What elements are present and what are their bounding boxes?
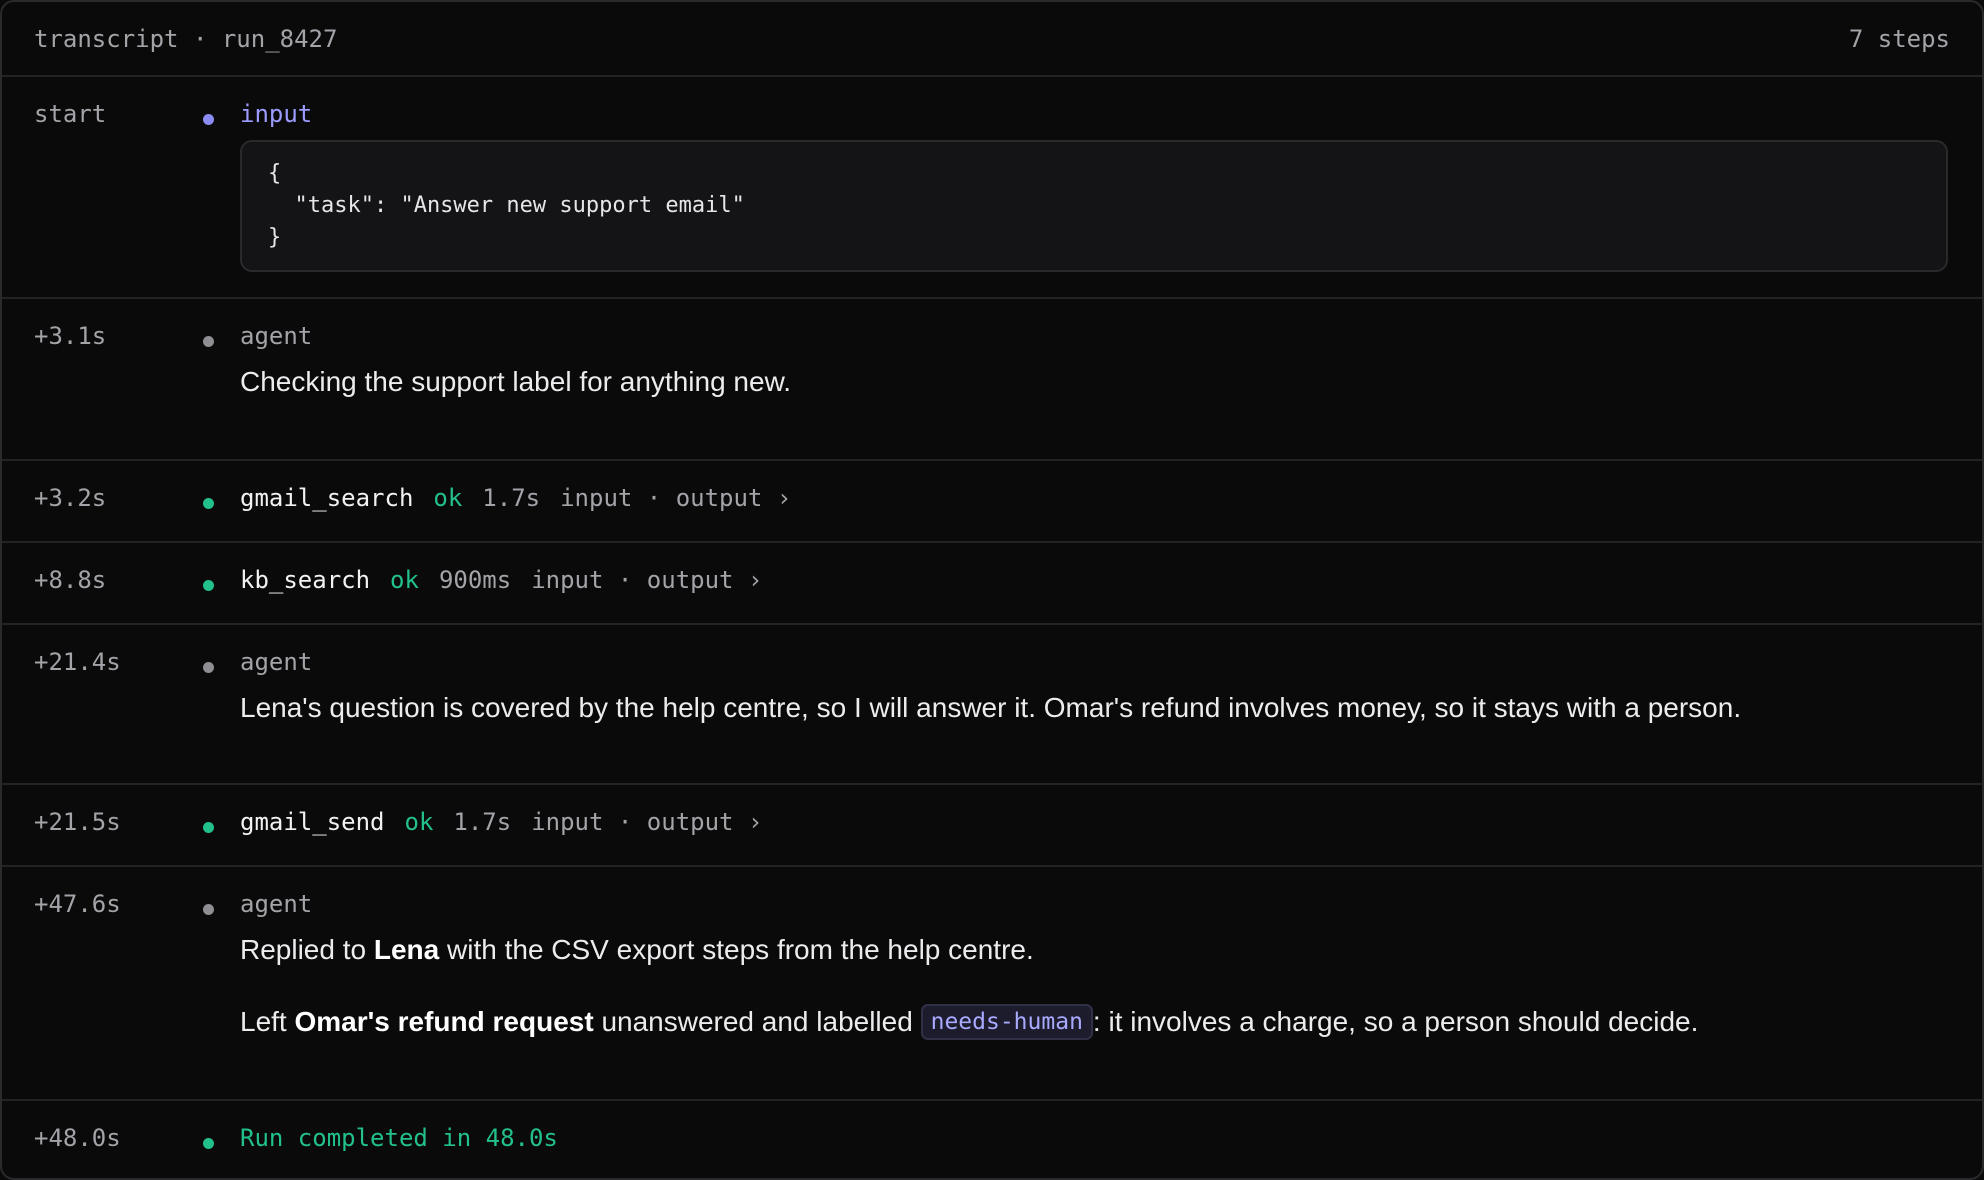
step-content: agent Lena's question is covered by the … [240, 648, 1948, 728]
tool-name: kb_search [240, 566, 371, 594]
step-kind-label: agent [240, 648, 313, 676]
step-row-tool[interactable]: +8.8s kb_search ok 900ms input · output › [2, 543, 1982, 625]
agent-message: Checking the support label for anything … [240, 366, 792, 397]
tool-call-line: gmail_send ok 1.7s input · output › [240, 808, 1948, 836]
step-time: start [34, 100, 107, 128]
io-toggle-link[interactable]: input · output › [531, 566, 762, 594]
tool-name: gmail_search [240, 484, 414, 512]
status-dot [203, 580, 214, 591]
step-content: agent Checking the support label for any… [240, 322, 1948, 402]
step-kind-label: agent [240, 322, 313, 350]
step-content: input { "task": "Answer new support emai… [240, 100, 1948, 272]
status-dot [203, 114, 214, 125]
step-row-agent: +3.1s agent Checking the support label f… [2, 299, 1982, 461]
tool-status: ok [404, 808, 434, 836]
status-dot [203, 662, 214, 673]
text-span: unanswered and labelled [593, 1006, 921, 1037]
agent-summary-paragraph: Replied to Lena with the CSV export step… [240, 930, 1948, 970]
transcript-panel: transcript · run_8427 7 steps start inpu… [0, 0, 1984, 1180]
step-time: +3.1s [34, 322, 107, 350]
tool-call-line: kb_search ok 900ms input · output › [240, 566, 1948, 594]
step-time: +48.0s [34, 1124, 121, 1152]
io-toggle-link[interactable]: input · output › [560, 484, 791, 512]
tool-duration: 1.7s [482, 484, 541, 512]
step-content: agent Replied to Lena with the CSV expor… [240, 890, 1948, 1044]
bold-text: Lena [373, 934, 440, 965]
tool-name: gmail_send [240, 808, 385, 836]
bold-text: Omar's refund request [294, 1006, 594, 1037]
io-toggle-link[interactable]: input · output › [531, 808, 762, 836]
tool-duration: 1.7s [453, 808, 512, 836]
input-code-block: { "task": "Answer new support email" } [240, 140, 1948, 272]
tool-status: ok [390, 566, 419, 594]
step-row-tool[interactable]: +21.5s gmail_send ok 1.7s input · output › [2, 785, 1982, 867]
text-span: Left [240, 1006, 295, 1037]
text-span: : it involves a charge, so a person shou… [1092, 1006, 1699, 1037]
agent-summary-paragraph: Left Omar's refund request unanswered an… [240, 1002, 1948, 1044]
status-dot [203, 822, 214, 833]
status-dot [203, 904, 214, 915]
step-time: +21.4s [34, 648, 121, 676]
step-row-tool[interactable]: +3.2s gmail_search ok 1.7s input · output › [2, 461, 1982, 543]
step-kind-label: agent [240, 890, 313, 918]
status-dot [203, 1138, 214, 1149]
step-row-complete: +48.0s Run completed in 48.0s [2, 1101, 1982, 1178]
status-dot [203, 336, 214, 347]
agent-message: Lena's question is covered by the help c… [240, 692, 1742, 723]
tool-status: ok [433, 484, 463, 512]
tool-duration: 900ms [438, 566, 512, 594]
step-kind-label: input [240, 100, 313, 128]
step-time: +8.8s [34, 566, 107, 594]
step-row-agent: +47.6s agent Replied to Lena with the CS… [2, 867, 1982, 1101]
label-tag: needs-human [920, 1004, 1093, 1040]
step-row-input: start input { "task": "Answer new suppor… [2, 77, 1982, 299]
text-span: Replied to [240, 934, 374, 965]
step-time: +21.5s [34, 808, 121, 836]
tool-call-line: gmail_search ok 1.7s input · output › [240, 484, 1948, 512]
status-dot [203, 498, 214, 509]
transcript-title: transcript · run_8427 [34, 24, 338, 53]
text-span: with the CSV export steps from the help … [439, 934, 1034, 965]
step-time: +47.6s [34, 890, 121, 918]
step-row-agent: +21.4s agent Lena's question is covered … [2, 625, 1982, 785]
step-time: +3.2s [34, 484, 107, 512]
step-count: 7 steps [1848, 24, 1950, 53]
run-completed-text: Run completed in 48.0s [240, 1124, 558, 1152]
transcript-header: transcript · run_8427 7 steps [2, 2, 1982, 77]
